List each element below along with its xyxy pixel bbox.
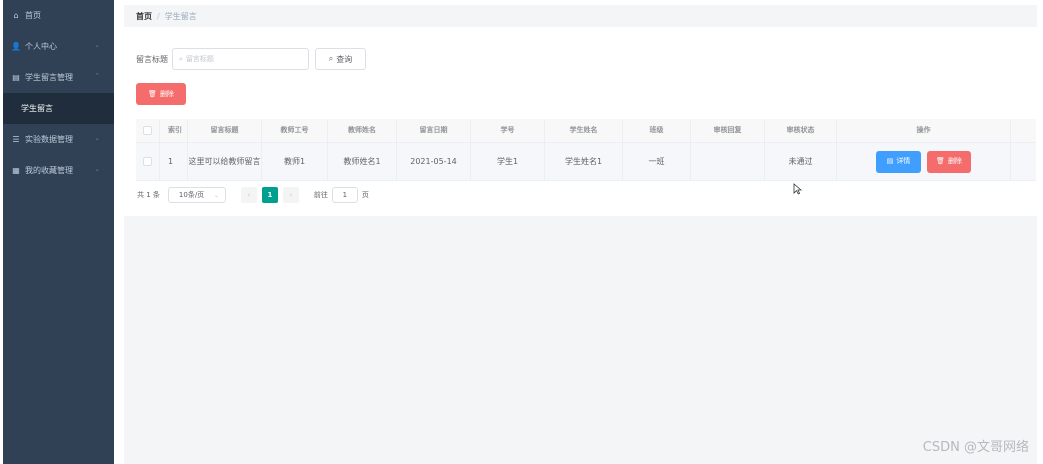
cell-date: 2021-05-14 bbox=[397, 143, 471, 180]
search-icon: ⌕ bbox=[179, 54, 183, 63]
pagination-total: 共 1 条 bbox=[137, 191, 160, 199]
checkbox[interactable] bbox=[143, 126, 152, 135]
chevron-up-icon: ⌃ bbox=[94, 72, 100, 80]
chevron-down-icon: ⌄ bbox=[94, 165, 100, 173]
detail-button[interactable]: ▤ 详情 bbox=[876, 150, 921, 173]
main-panel: 留言标题 ⌕ 留言标题 ⌕ 查询 🗑 删除 索引 留言标题 教师工号 教师姓名 … bbox=[124, 36, 1037, 216]
pagination: 共 1 条 10条/页 ⌄ ‹ 1 › 前往 1 页 bbox=[137, 187, 369, 203]
batch-delete-button[interactable]: 🗑 删除 bbox=[136, 83, 186, 105]
search-placeholder: 留言标题 bbox=[185, 55, 214, 63]
header-cell: 留言标题 bbox=[188, 119, 262, 142]
breadcrumb-home[interactable]: 首页 bbox=[136, 11, 152, 22]
sidebar-item-label: 学生留言管理 bbox=[25, 73, 73, 82]
document-icon: ▤ bbox=[886, 157, 894, 165]
sidebar-item-label: 实验数据管理 bbox=[25, 135, 73, 144]
checkbox[interactable] bbox=[143, 157, 152, 166]
cell-teacher-id: 教师1 bbox=[262, 143, 328, 180]
sidebar-item-personal-center[interactable]: 👤 个人中心 ⌄ bbox=[3, 31, 114, 62]
sidebar-item-label: 我的收藏管理 bbox=[25, 166, 73, 175]
breadcrumb-separator: / bbox=[157, 11, 160, 21]
row-select[interactable] bbox=[136, 143, 160, 180]
header-cell: 班级 bbox=[623, 119, 691, 142]
breadcrumb: 首页 / 学生留言 bbox=[124, 5, 1037, 27]
cell-class: 一班 bbox=[623, 143, 691, 180]
sidebar-item-favorites[interactable]: ▦ 我的收藏管理 ⌄ bbox=[3, 155, 114, 186]
cell-review-status: 未通过 bbox=[765, 143, 837, 180]
content-background bbox=[124, 216, 1037, 464]
data-icon: ☰ bbox=[12, 135, 20, 144]
page-size-select[interactable]: 10条/页 ⌄ bbox=[167, 187, 226, 203]
table-row[interactable]: 1 这里可以给教师留言 教师1 教师姓名1 2021-05-14 学生1 学生姓… bbox=[136, 143, 1036, 181]
message-table: 索引 留言标题 教师工号 教师姓名 留言日期 学号 学生姓名 班级 审核回复 审… bbox=[136, 119, 1036, 181]
breadcrumb-current: 学生留言 bbox=[164, 11, 197, 21]
cell-teacher-name: 教师姓名1 bbox=[328, 143, 397, 180]
sidebar-item-experiment-data[interactable]: ☰ 实验数据管理 ⌄ bbox=[3, 124, 114, 155]
row-delete-button[interactable]: 🗑 删除 bbox=[927, 150, 971, 173]
batch-delete-label: 删除 bbox=[159, 90, 174, 98]
header-cell: 学生姓名 bbox=[545, 119, 623, 142]
header-cell: 审核状态 bbox=[765, 119, 837, 142]
chevron-down-icon: ⌄ bbox=[94, 134, 100, 142]
cell-index: 1 bbox=[160, 143, 188, 180]
cell-review-reply bbox=[691, 143, 765, 180]
detail-button-label: 详情 bbox=[896, 157, 911, 165]
next-page-button[interactable]: › bbox=[282, 187, 299, 203]
goto-page-input[interactable]: 1 bbox=[331, 187, 358, 203]
sidebar-item-home[interactable]: ⌂ 首页 bbox=[3, 0, 114, 31]
trash-icon: 🗑 bbox=[148, 90, 157, 98]
sidebar-item-label: 学生留言 bbox=[21, 104, 53, 113]
search-icon: ⌕ bbox=[328, 54, 334, 63]
goto-label: 前往 bbox=[313, 191, 328, 199]
sidebar-item-label: 个人中心 bbox=[25, 42, 57, 51]
search-bar: 留言标题 ⌕ 留言标题 ⌕ 查询 bbox=[136, 48, 366, 70]
header-cell: 索引 bbox=[160, 119, 188, 142]
cell-actions: ▤ 详情 🗑 删除 bbox=[837, 143, 1011, 180]
prev-page-button[interactable]: ‹ bbox=[240, 187, 257, 203]
page-size-value: 10条/页 bbox=[178, 191, 205, 199]
sidebar: ⌂ 首页 👤 个人中心 ⌄ ▤ 学生留言管理 ⌃ 学生留言 ☰ 实验数据管理 ⌄… bbox=[3, 0, 114, 464]
mouse-cursor-icon bbox=[793, 183, 802, 195]
grid-icon: ▦ bbox=[12, 166, 20, 175]
header-cell: 留言日期 bbox=[397, 119, 471, 142]
watermark: CSDN @文哥网络 bbox=[922, 440, 1029, 455]
trash-icon: 🗑 bbox=[936, 157, 945, 165]
message-icon: ▤ bbox=[12, 73, 20, 82]
user-icon: 👤 bbox=[11, 42, 21, 51]
header-cell: 操作 bbox=[837, 119, 1011, 142]
table-header: 索引 留言标题 教师工号 教师姓名 留言日期 学号 学生姓名 班级 审核回复 审… bbox=[136, 119, 1036, 143]
search-button[interactable]: ⌕ 查询 bbox=[315, 48, 366, 70]
header-cell: 学号 bbox=[471, 119, 545, 142]
header-cell: 审核回复 bbox=[691, 119, 765, 142]
header-select-all[interactable] bbox=[136, 119, 160, 142]
sidebar-item-student-message[interactable]: 学生留言 bbox=[3, 93, 114, 124]
cell-title: 这里可以给教师留言 bbox=[188, 143, 262, 180]
sidebar-item-message-manage[interactable]: ▤ 学生留言管理 ⌃ bbox=[3, 62, 114, 93]
search-button-label: 查询 bbox=[336, 54, 353, 64]
chevron-down-icon: ⌄ bbox=[94, 41, 100, 49]
header-cell: 教师工号 bbox=[262, 119, 328, 142]
chevron-down-icon: ⌄ bbox=[213, 191, 219, 199]
page-suffix: 页 bbox=[361, 191, 369, 199]
header-cell: 教师姓名 bbox=[328, 119, 397, 142]
sidebar-item-label: 首页 bbox=[25, 11, 41, 20]
page-number-active[interactable]: 1 bbox=[261, 187, 278, 203]
row-delete-label: 删除 bbox=[947, 157, 962, 165]
cell-student-name: 学生姓名1 bbox=[545, 143, 623, 180]
home-icon: ⌂ bbox=[13, 11, 19, 20]
cell-student-id: 学生1 bbox=[471, 143, 545, 180]
search-label: 留言标题 bbox=[136, 54, 168, 64]
search-input[interactable]: ⌕ 留言标题 bbox=[172, 48, 309, 70]
